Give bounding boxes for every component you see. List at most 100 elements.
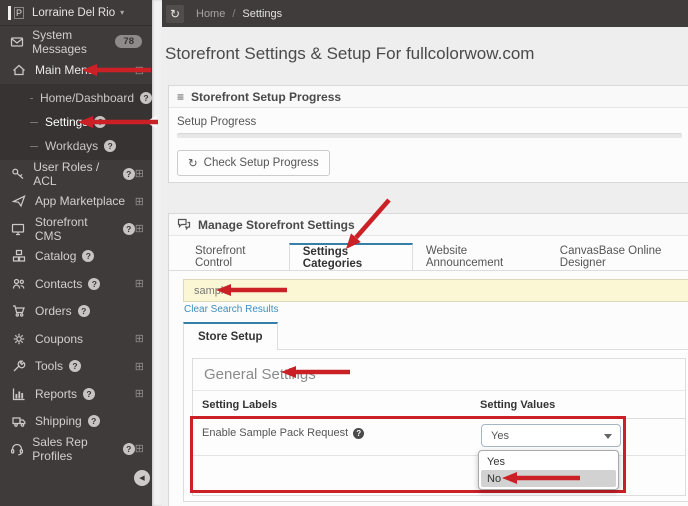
sidebar-item-reports[interactable]: Reports ? ⊞ (0, 380, 152, 408)
breadcrumb-separator: / (232, 7, 236, 20)
active-item-wedge (146, 115, 157, 129)
setup-progress-panel-title: Storefront Setup Progress (191, 89, 342, 104)
option-no[interactable]: No (481, 470, 616, 487)
expand-icon[interactable]: ⊞ (135, 222, 144, 235)
users-icon (9, 277, 28, 291)
chevron-down-icon: ▾ (120, 8, 125, 17)
key-icon (9, 167, 26, 181)
bar-chart-icon (9, 387, 28, 401)
tree-dash-icon (30, 121, 38, 123)
monitor-icon (9, 222, 28, 236)
select-dropdown: Yes No (478, 450, 619, 490)
setting-value-select[interactable]: Yes (481, 424, 621, 447)
refresh-icon: ↻ (169, 6, 181, 21)
tab-website-announcement[interactable]: Website Announcement (413, 243, 547, 270)
sidebar-sections: User Roles / ACL ? ⊞ App Marketplace ⊞ S… (0, 160, 152, 463)
help-icon[interactable]: ? (82, 250, 95, 263)
settings-search-input[interactable] (183, 279, 688, 302)
tab-store-setup[interactable]: Store Setup (183, 322, 278, 350)
settings-table-header: Setting Labels Setting Values (193, 391, 685, 419)
sidebar-item-system-messages[interactable]: System Messages 78 (0, 27, 152, 56)
sidebar-item-sales-rep-profiles[interactable]: Sales Rep Profiles ? ⊞ (0, 435, 152, 463)
column-setting-labels: Setting Labels (202, 398, 278, 411)
home-icon (9, 63, 28, 77)
manage-settings-panel-header: Manage Storefront Settings (169, 214, 688, 236)
expand-icon[interactable]: ⊞ (135, 167, 144, 180)
breadcrumb: Home / Settings (196, 8, 282, 20)
sidebar-item-orders[interactable]: Orders ? (0, 298, 152, 326)
page-title: Storefront Settings & Setup For fullcolo… (165, 44, 535, 63)
sidebar-item-home-dashboard[interactable]: Home/Dashboard ? (0, 86, 152, 110)
wrench-icon (9, 359, 28, 373)
logo-icon: P (14, 6, 25, 19)
setup-progress-body: Setup Progress ↻ Check Setup Progress (169, 108, 688, 184)
sidebar-scrollbar[interactable] (152, 0, 162, 506)
breadcrumb-current: Settings (242, 7, 283, 20)
hamburger-icon: ≡ (177, 89, 185, 104)
sidebar-item-tools[interactable]: Tools ? ⊞ (0, 353, 152, 381)
clear-search-results-link[interactable]: Clear Search Results (184, 304, 278, 315)
collapse-sidebar-button[interactable]: ◀ (134, 470, 150, 486)
expand-icon[interactable]: ⊞ (135, 442, 144, 455)
help-icon[interactable]: ? (353, 427, 365, 439)
sidebar-item-user-roles-acl[interactable]: User Roles / ACL ? ⊞ (0, 160, 152, 188)
boxes-icon (9, 249, 28, 263)
tree-dash-icon (30, 145, 38, 147)
help-icon[interactable]: ? (69, 360, 82, 373)
chevron-down-icon (604, 434, 612, 439)
unread-count-badge: 78 (115, 34, 142, 49)
sidebar-item-contacts[interactable]: Contacts ? ⊞ (0, 270, 152, 298)
help-icon[interactable]: ? (104, 140, 117, 152)
expand-icon[interactable]: ⊞ (135, 332, 144, 345)
paper-plane-icon (9, 194, 28, 208)
help-icon[interactable]: ? (122, 442, 135, 455)
main-content: ↻ Home / Settings Storefront Settings & … (162, 0, 688, 506)
logo-bar-icon (8, 5, 11, 20)
sidebar-item-settings[interactable]: Settings ? (0, 110, 152, 134)
tab-settings-categories[interactable]: Settings Categories (288, 243, 413, 270)
help-icon[interactable]: ? (88, 277, 101, 290)
main-menu-submenu: Home/Dashboard ? Settings ? Workdays ? (0, 84, 152, 160)
tab-canvasbase-online-designer[interactable]: CanvasBase Online Designer (547, 243, 688, 270)
help-icon[interactable]: ? (77, 305, 90, 318)
sidebar-item-app-marketplace[interactable]: App Marketplace ⊞ (0, 188, 152, 216)
sidebar-item-coupons[interactable]: Coupons ⊞ (0, 325, 152, 353)
setup-progress-panel-header: ≡ Storefront Setup Progress (169, 86, 688, 108)
general-settings-heading: General Settings (193, 359, 685, 391)
gear-icon (9, 332, 28, 346)
help-icon[interactable]: ? (140, 92, 152, 104)
check-setup-progress-button[interactable]: ↻ Check Setup Progress (177, 150, 330, 176)
help-icon[interactable]: ? (87, 415, 100, 428)
expand-icon[interactable]: ⊞ (135, 195, 144, 208)
collapse-icon[interactable]: ⊟ (135, 64, 144, 77)
truck-icon (9, 414, 28, 428)
sidebar-item-main-menu[interactable]: Main Menu ⊟ (0, 56, 152, 84)
help-icon[interactable]: ? (122, 222, 135, 235)
headset-icon (9, 442, 25, 456)
cart-icon (9, 304, 28, 318)
tabs-divider (169, 270, 688, 271)
user-menu[interactable]: P Lorraine Del Rio ▾ (0, 0, 152, 26)
expand-icon[interactable]: ⊞ (135, 277, 144, 290)
help-icon[interactable]: ? (83, 387, 96, 400)
sidebar-item-catalog[interactable]: Catalog ? (0, 243, 152, 271)
refresh-icon: ↻ (188, 158, 198, 170)
expand-icon[interactable]: ⊞ (135, 387, 144, 400)
comments-icon (177, 218, 191, 231)
tree-dash-icon (30, 97, 33, 99)
help-icon[interactable]: ? (122, 167, 135, 180)
expand-icon[interactable]: ⊞ (135, 360, 144, 373)
setup-progress-label: Setup Progress (177, 116, 257, 128)
sidebar-item-shipping[interactable]: Shipping ? (0, 408, 152, 436)
setup-progress-bar (177, 133, 682, 138)
help-icon[interactable]: ? (94, 116, 107, 128)
column-setting-values: Setting Values (480, 398, 556, 411)
sidebar-item-storefront-cms[interactable]: Storefront CMS ? ⊞ (0, 215, 152, 243)
sidebar-item-workdays[interactable]: Workdays ? (0, 134, 152, 158)
breadcrumb-home-link[interactable]: Home (196, 8, 225, 20)
manage-settings-panel: Manage Storefront Settings Storefront Co… (168, 213, 688, 506)
option-yes[interactable]: Yes (481, 453, 616, 470)
arrow-left-icon: ◀ (139, 475, 145, 482)
tab-storefront-control[interactable]: Storefront Control (182, 243, 289, 270)
refresh-page-button[interactable]: ↻ (166, 4, 184, 23)
